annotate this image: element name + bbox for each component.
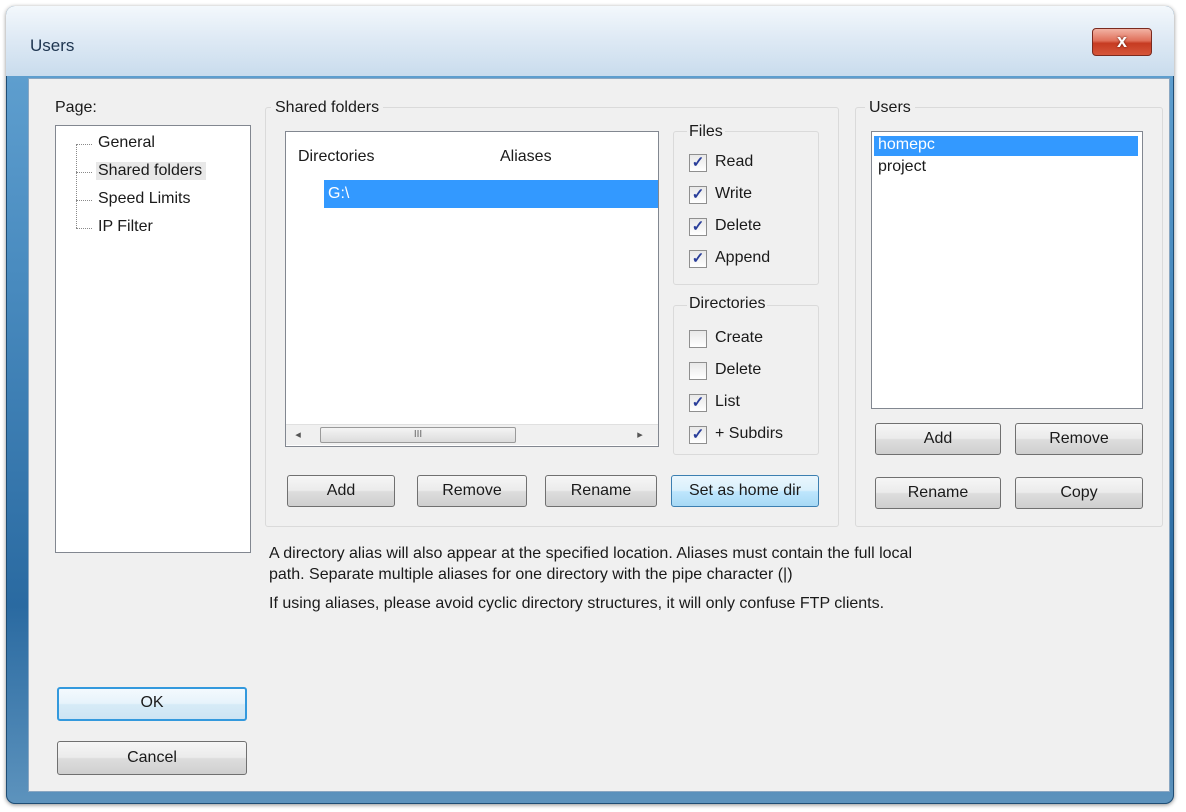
checkbox-label: Write (715, 185, 753, 202)
users-dialog-window: Users x Page: General Shared folders Spe… (6, 6, 1174, 804)
tree-item-ip-filter[interactable]: IP Filter (98, 218, 153, 236)
title-bar[interactable]: Users x (6, 6, 1174, 76)
page-label: Page: (55, 99, 97, 116)
users-list[interactable]: homepc project (871, 131, 1143, 409)
tree-connector (76, 228, 92, 229)
check-icon: ✓ (689, 250, 707, 268)
tree-connector (76, 144, 92, 145)
cancel-button[interactable]: Cancel (57, 741, 247, 775)
tree-connector (76, 172, 92, 173)
folder-rename-button[interactable]: Rename (545, 475, 657, 507)
list-item[interactable]: project (878, 158, 926, 176)
column-header-directories[interactable]: Directories (298, 148, 374, 166)
folder-remove-button[interactable]: Remove (417, 475, 527, 507)
check-icon: ✓ (689, 218, 707, 236)
user-remove-button[interactable]: Remove (1015, 423, 1143, 455)
tree-item-general[interactable]: General (98, 134, 155, 152)
ok-button[interactable]: OK (57, 687, 247, 721)
directories-list[interactable]: Directories Aliases G:\ ◂ III ▸ (285, 131, 659, 447)
tree-item-shared-folders[interactable]: Shared folders (96, 162, 207, 180)
table-row[interactable]: G:\ (324, 180, 658, 208)
check-icon: ✓ (689, 426, 707, 444)
tree-item-speed-limits[interactable]: Speed Limits (98, 190, 191, 208)
checkbox-label: Create (715, 329, 764, 346)
directory-cell: G:\ (328, 185, 350, 202)
check-icon: ✓ (689, 154, 707, 172)
tree-connector (76, 144, 77, 228)
checkbox-label: Append (715, 249, 771, 266)
close-button[interactable]: x (1092, 28, 1152, 56)
checkbox-label: Delete (715, 217, 762, 234)
list-item[interactable]: homepc (874, 136, 1138, 156)
close-icon: x (1116, 31, 1127, 51)
horizontal-scrollbar[interactable]: ◂ III ▸ (286, 424, 658, 445)
checkbox-empty-icon (689, 362, 707, 380)
shared-folders-label: Shared folders (271, 99, 384, 117)
checkbox-label: Read (715, 153, 754, 170)
alias-note-line1: A directory alias will also appear at th… (269, 545, 913, 562)
checkbox-empty-icon (689, 330, 707, 348)
window-title: Users (30, 36, 75, 55)
scroll-right-icon[interactable]: ▸ (632, 427, 648, 443)
files-label: Files (687, 123, 725, 141)
directories-label: Directories (687, 295, 768, 313)
check-icon: ✓ (689, 394, 707, 412)
user-rename-button[interactable]: Rename (875, 477, 1001, 509)
checkbox-label: Delete (715, 361, 762, 378)
scroll-thumb[interactable]: III (320, 427, 516, 443)
tree-connector (76, 200, 92, 201)
checkbox-label: List (715, 393, 740, 410)
check-icon: ✓ (689, 186, 707, 204)
cyclic-note: If using aliases, please avoid cyclic di… (269, 595, 885, 612)
column-header-aliases[interactable]: Aliases (500, 148, 552, 166)
dialog-client-area: Page: General Shared folders Speed Limit… (28, 78, 1170, 792)
user-add-button[interactable]: Add (875, 423, 1001, 455)
page-tree[interactable]: General Shared folders Speed Limits IP F… (55, 125, 251, 553)
user-copy-button[interactable]: Copy (1015, 477, 1143, 509)
users-label: Users (865, 99, 915, 117)
folder-add-button[interactable]: Add (287, 475, 395, 507)
scroll-left-icon[interactable]: ◂ (290, 427, 306, 443)
set-home-dir-button[interactable]: Set as home dir (671, 475, 819, 507)
alias-note-line2: path. Separate multiple aliases for one … (269, 566, 793, 583)
checkbox-label: + Subdirs (715, 425, 784, 442)
